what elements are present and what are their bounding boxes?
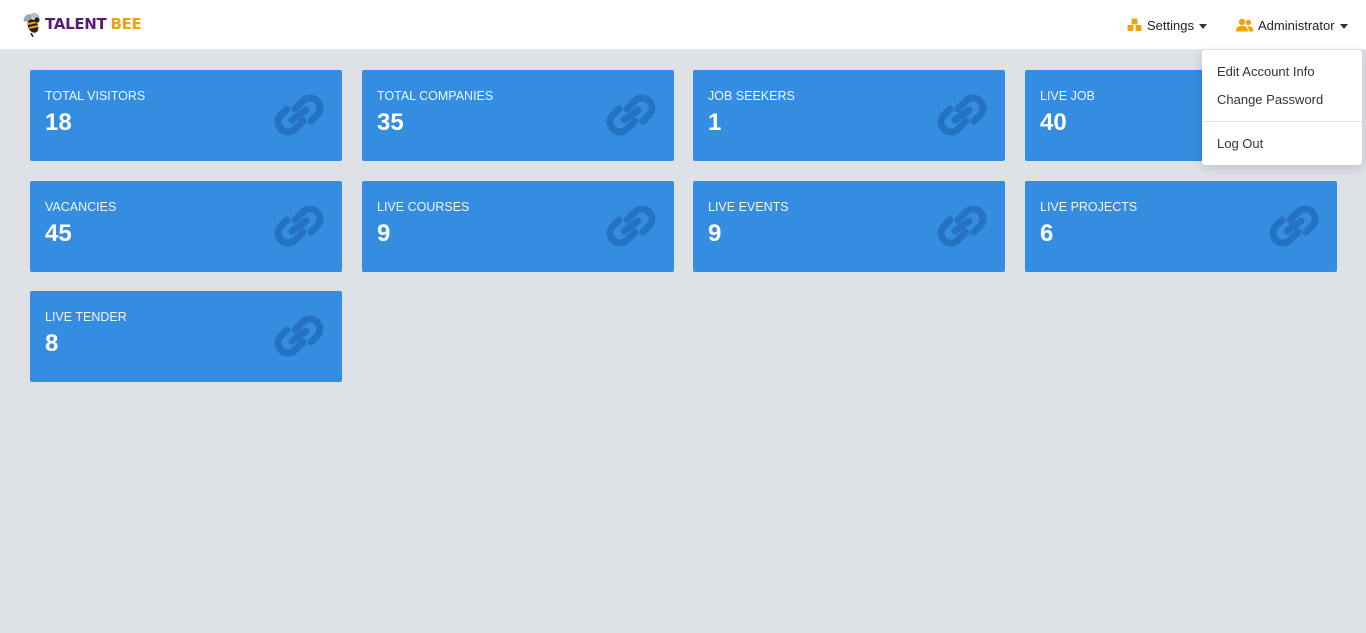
change-password-link[interactable]: Change Password: [1217, 92, 1323, 107]
card-live-tender[interactable]: LIVE TENDER 8: [30, 291, 342, 382]
link-icon: [606, 94, 656, 136]
menu-divider: [1202, 121, 1362, 122]
card-live-events[interactable]: LIVE EVENTS 9: [693, 181, 1005, 272]
card-value: 40: [1040, 109, 1067, 136]
link-icon: [606, 205, 656, 247]
logo-text-bee: BEE: [110, 15, 142, 33]
card-label: TOTAL VISITORS: [45, 89, 146, 103]
link-icon: [274, 94, 324, 136]
card-value: 8: [45, 330, 59, 357]
chevron-down-icon: [1198, 23, 1207, 29]
edit-account-info-link[interactable]: Edit Account Info: [1217, 64, 1315, 79]
card-label: LIVE COURSES: [377, 200, 470, 214]
card-label: LIVE PROJECTS: [1040, 200, 1138, 214]
card-value: 6: [1040, 220, 1054, 247]
card-value: 35: [377, 109, 404, 136]
card-value: 18: [45, 109, 72, 136]
card-label: LIVE EVENTS: [708, 200, 789, 214]
card-vacancies[interactable]: VACANCIES 45: [30, 181, 342, 272]
card-label: VACANCIES: [45, 200, 117, 214]
admin-label: Administrator: [1258, 17, 1335, 33]
card-value: 1: [708, 109, 722, 136]
card-value: 9: [377, 220, 391, 247]
card-live-courses[interactable]: LIVE COURSES 9: [362, 181, 674, 272]
card-label: LIVE JOB: [1040, 89, 1095, 103]
users-icon: [1236, 18, 1254, 32]
card-value: 9: [708, 220, 722, 247]
card-job-seekers[interactable]: JOB SEEKERS 1: [693, 70, 1005, 161]
link-icon: [274, 205, 324, 247]
card-live-projects[interactable]: LIVE PROJECTS 6: [1025, 181, 1337, 272]
link-icon: [937, 94, 987, 136]
log-out-link[interactable]: Log Out: [1217, 136, 1263, 151]
bee-icon: [23, 12, 40, 37]
card-value: 45: [45, 220, 72, 247]
logo-text-talent: TALENT: [45, 15, 107, 33]
card-label: TOTAL COMPANIES: [377, 89, 494, 103]
card-total-companies[interactable]: TOTAL COMPANIES 35: [362, 70, 674, 161]
link-icon: [1269, 205, 1319, 247]
admin-dropdown-toggle[interactable]: Administrator: [1236, 15, 1348, 35]
card-total-visitors[interactable]: TOTAL VISITORS 18: [30, 70, 342, 161]
cubes-icon: [1127, 18, 1143, 32]
settings-dropdown-toggle[interactable]: Settings: [1127, 15, 1207, 35]
card-label: JOB SEEKERS: [708, 89, 795, 103]
link-icon: [937, 205, 987, 247]
user-dropdown-menu: Edit Account Info Change Password Log Ou…: [1202, 50, 1362, 165]
card-label: LIVE TENDER: [45, 310, 127, 324]
settings-label: Settings: [1147, 17, 1194, 33]
top-navbar: TALENT BEE Settings Administrator: [0, 0, 1366, 50]
brand-logo[interactable]: TALENT BEE: [22, 9, 142, 39]
chevron-down-icon: [1339, 23, 1348, 29]
link-icon: [274, 315, 324, 357]
